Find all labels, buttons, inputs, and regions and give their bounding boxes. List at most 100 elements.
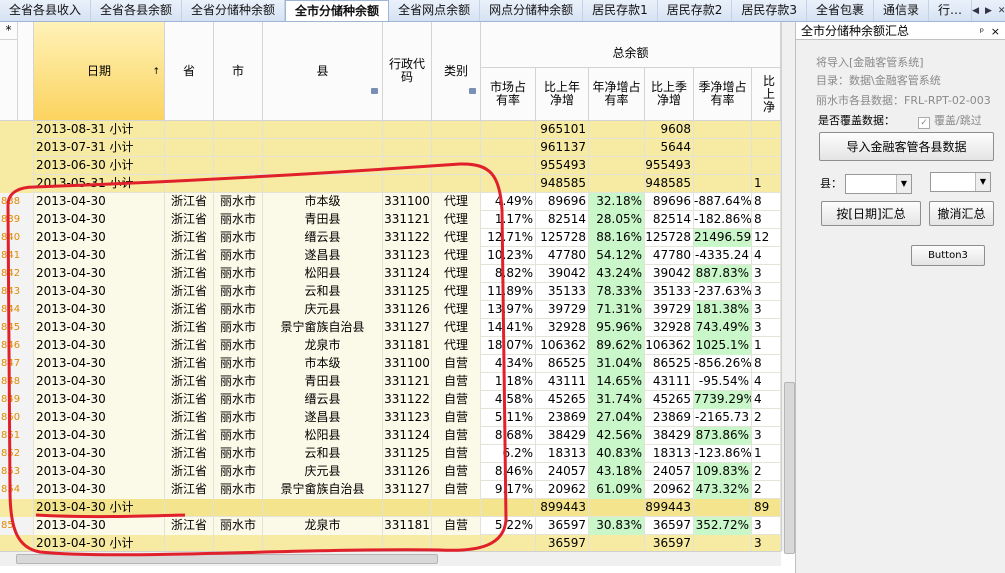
cell-c3[interactable]: 95.96% bbox=[589, 319, 645, 337]
cell-c3[interactable]: 30.83% bbox=[589, 517, 645, 535]
cell-c5[interactable]: -887.64% bbox=[694, 193, 752, 211]
cell-c1[interactable] bbox=[481, 175, 536, 193]
cell-date[interactable]: 2013-04-30 bbox=[34, 517, 165, 535]
cell-c6[interactable] bbox=[752, 157, 781, 175]
cell-city[interactable]: 丽水市 bbox=[214, 265, 263, 283]
cell-c5[interactable] bbox=[694, 535, 752, 551]
cell-county[interactable]: 云和县 bbox=[263, 445, 383, 463]
cell-county[interactable]: 青田县 bbox=[263, 211, 383, 229]
cell-c3[interactable]: 54.12% bbox=[589, 247, 645, 265]
cell-code[interactable] bbox=[383, 499, 432, 517]
table-row[interactable]: 848 2013-04-30 浙江省 丽水市 青田县 331121 自营 1.18% 43111… bbox=[0, 373, 781, 391]
table-row[interactable]: 845 2013-04-30 浙江省 丽水市 景宁畲族自治县 331127 代理 14.41%… bbox=[0, 319, 781, 337]
cell-c4[interactable]: 23869 bbox=[645, 409, 694, 427]
cell-c6[interactable] bbox=[752, 139, 781, 157]
cell-c6[interactable]: 3 bbox=[752, 517, 781, 535]
cell-prov[interactable]: 浙江省 bbox=[165, 229, 214, 247]
cell-city[interactable]: 丽水市 bbox=[214, 391, 263, 409]
cell-city[interactable]: 丽水市 bbox=[214, 355, 263, 373]
cell-code[interactable]: 331123 bbox=[383, 247, 432, 265]
cell-city[interactable]: 丽水市 bbox=[214, 193, 263, 211]
cell-c1[interactable]: 4.49% bbox=[481, 193, 536, 211]
cell-c2[interactable]: 125728 bbox=[536, 229, 589, 247]
cell-county[interactable]: 市本级 bbox=[263, 193, 383, 211]
cell-c3[interactable]: 40.83% bbox=[589, 445, 645, 463]
table-row[interactable]: 852 2013-04-30 浙江省 丽水市 云和县 331125 自营 6.2% 18313 4… bbox=[0, 445, 781, 463]
cell-c2[interactable]: 18313 bbox=[536, 445, 589, 463]
cell-date[interactable]: 2013-04-30 bbox=[34, 247, 165, 265]
cell-city[interactable]: 丽水市 bbox=[214, 481, 263, 499]
tab-11[interactable]: 行… bbox=[929, 0, 973, 21]
cell-c3[interactable] bbox=[589, 157, 645, 175]
cell-c1[interactable]: 6.2% bbox=[481, 445, 536, 463]
cell-county[interactable] bbox=[263, 157, 383, 175]
cell-c6[interactable]: 4 bbox=[752, 391, 781, 409]
cell-code[interactable] bbox=[383, 121, 432, 139]
cell-c3[interactable]: 89.62% bbox=[589, 337, 645, 355]
cell-c4[interactable]: 39042 bbox=[645, 265, 694, 283]
cell-code[interactable]: 331122 bbox=[383, 391, 432, 409]
column-header-quarter-increase-share[interactable]: 季净增占有率 bbox=[694, 68, 752, 121]
cell-c2[interactable]: 36597 bbox=[536, 517, 589, 535]
tab-scroll-left-icon[interactable]: ◀ bbox=[972, 6, 979, 16]
close-icon[interactable]: × bbox=[991, 23, 1000, 41]
cell-prov[interactable]: 浙江省 bbox=[165, 391, 214, 409]
cell-city[interactable] bbox=[214, 139, 263, 157]
subtotal-row[interactable]: 2013-06-30 小计 955493 955493 bbox=[0, 157, 781, 175]
tab-8[interactable]: 居民存款3 bbox=[732, 0, 808, 21]
cell-date[interactable]: 2013-04-30 bbox=[34, 445, 165, 463]
subtotal-row[interactable]: 2013-05-31 小计 948585 948585 1 bbox=[0, 175, 781, 193]
cell-prov[interactable] bbox=[165, 139, 214, 157]
cell-c6[interactable]: 3 bbox=[752, 427, 781, 445]
cell-date[interactable]: 2013-04-30 小计 bbox=[34, 499, 165, 517]
cell-county[interactable] bbox=[263, 499, 383, 517]
import-county-data-button[interactable]: 导入金融客管各县数据 bbox=[819, 132, 994, 161]
cell-c5[interactable]: -2165.73 bbox=[694, 409, 752, 427]
cell-type[interactable]: 代理 bbox=[432, 301, 481, 319]
cell-type[interactable]: 代理 bbox=[432, 193, 481, 211]
cell-prov[interactable]: 浙江省 bbox=[165, 373, 214, 391]
cell-c2[interactable]: 106362 bbox=[536, 337, 589, 355]
cell-code[interactable]: 331100 bbox=[383, 355, 432, 373]
cell-date[interactable]: 2013-07-31 小计 bbox=[34, 139, 165, 157]
cell-c4[interactable]: 32928 bbox=[645, 319, 694, 337]
cell-date[interactable]: 2013-04-30 bbox=[34, 373, 165, 391]
cell-prov[interactable]: 浙江省 bbox=[165, 247, 214, 265]
cell-c4[interactable]: 125728 bbox=[645, 229, 694, 247]
cell-county[interactable]: 庆元县 bbox=[263, 463, 383, 481]
cell-county[interactable] bbox=[263, 175, 383, 193]
cell-prov[interactable]: 浙江省 bbox=[165, 517, 214, 535]
cell-prov[interactable]: 浙江省 bbox=[165, 463, 214, 481]
cell-code[interactable] bbox=[383, 157, 432, 175]
cell-c3[interactable]: 14.65% bbox=[589, 373, 645, 391]
sum-by-date-button[interactable]: 按[日期]汇总 bbox=[821, 201, 921, 226]
cell-c6[interactable]: 3 bbox=[752, 265, 781, 283]
cell-c1[interactable]: 5.11% bbox=[481, 409, 536, 427]
tab-scroll-right-icon[interactable]: ▶ bbox=[985, 6, 992, 16]
cell-type[interactable]: 自营 bbox=[432, 481, 481, 499]
column-header-county[interactable]: 县 bbox=[263, 22, 383, 121]
cell-type[interactable]: 代理 bbox=[432, 283, 481, 301]
cell-date[interactable]: 2013-04-30 bbox=[34, 265, 165, 283]
cell-c2[interactable]: 43111 bbox=[536, 373, 589, 391]
tab-6[interactable]: 居民存款1 bbox=[583, 0, 658, 21]
cell-county[interactable]: 景宁畲族自治县 bbox=[263, 319, 383, 337]
table-row[interactable]: 844 2013-04-30 浙江省 丽水市 庆元县 331126 代理 13.97% 3972… bbox=[0, 301, 781, 319]
cell-code[interactable]: 331127 bbox=[383, 319, 432, 337]
cell-prov[interactable] bbox=[165, 535, 214, 551]
cancel-summary-button[interactable]: 撤消汇总 bbox=[929, 201, 994, 226]
cell-prov[interactable]: 浙江省 bbox=[165, 445, 214, 463]
cell-date[interactable]: 2013-04-30 bbox=[34, 463, 165, 481]
cell-c5[interactable]: -237.63% bbox=[694, 283, 752, 301]
cell-c5[interactable] bbox=[694, 157, 752, 175]
cell-date[interactable]: 2013-04-30 bbox=[34, 391, 165, 409]
cell-date[interactable]: 2013-08-31 小计 bbox=[34, 121, 165, 139]
cell-county[interactable]: 缙云县 bbox=[263, 391, 383, 409]
cell-date[interactable]: 2013-04-30 bbox=[34, 481, 165, 499]
cell-date[interactable]: 2013-04-30 bbox=[34, 337, 165, 355]
cell-c4[interactable]: 18313 bbox=[645, 445, 694, 463]
cell-code[interactable]: 331125 bbox=[383, 445, 432, 463]
cell-c1[interactable]: 14.41% bbox=[481, 319, 536, 337]
cell-c6[interactable]: 8 bbox=[752, 355, 781, 373]
cell-c3[interactable] bbox=[589, 139, 645, 157]
